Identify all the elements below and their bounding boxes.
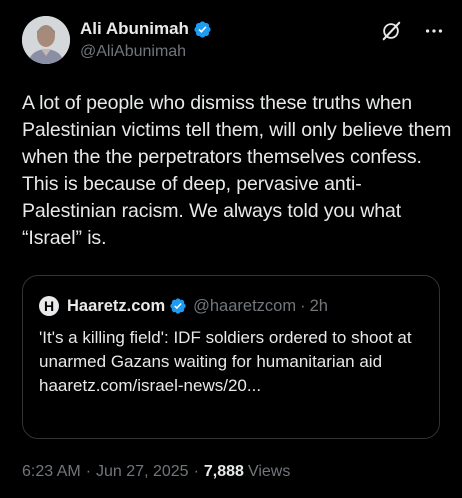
tweet-text: A lot of people who dismiss these truths… xyxy=(22,92,457,249)
tweet-date[interactable]: Jun 27, 2025 xyxy=(96,463,189,481)
verified-badge-icon xyxy=(194,20,211,38)
tweet-time[interactable]: 6:23 AM xyxy=(22,463,81,481)
quoted-separator: · xyxy=(300,296,306,315)
quoted-author-name[interactable]: Haaretz.com xyxy=(67,297,165,316)
author-handle[interactable]: @AliAbunimah xyxy=(80,43,212,61)
verified-badge-icon xyxy=(170,298,186,314)
views-count[interactable]: 7,888 xyxy=(204,463,244,481)
author-name[interactable]: Ali Abunimah xyxy=(80,19,189,39)
quoted-tweet-header: H Haaretz.com @haaretzcom · 2h xyxy=(39,296,328,316)
quoted-time[interactable]: 2h xyxy=(310,297,328,316)
author-info: Ali Abunimah @AliAbunimah xyxy=(80,18,212,61)
more-icon[interactable] xyxy=(422,20,446,42)
avatar-image xyxy=(22,16,70,64)
logo-letter: H xyxy=(43,298,55,314)
views-label: Views xyxy=(247,463,291,480)
footer-separator: · xyxy=(193,463,199,480)
author-avatar[interactable] xyxy=(22,16,70,64)
tweet-footer: 6:23 AM · Jun 27, 2025 · 7,888 Views xyxy=(22,463,290,481)
grok-icon[interactable] xyxy=(380,20,402,42)
haaretz-logo-icon[interactable]: H xyxy=(39,296,59,316)
quoted-author-handle[interactable]: @haaretzcom xyxy=(193,297,296,316)
tweet-header: Ali Abunimah @AliAbunimah xyxy=(22,16,448,66)
footer-separator: · xyxy=(85,463,92,480)
quoted-tweet-text: 'It's a killing field': IDF soldiers ord… xyxy=(39,328,412,395)
quoted-tweet[interactable]: H Haaretz.com @haaretzcom · 2h 'It's a k… xyxy=(22,275,440,439)
